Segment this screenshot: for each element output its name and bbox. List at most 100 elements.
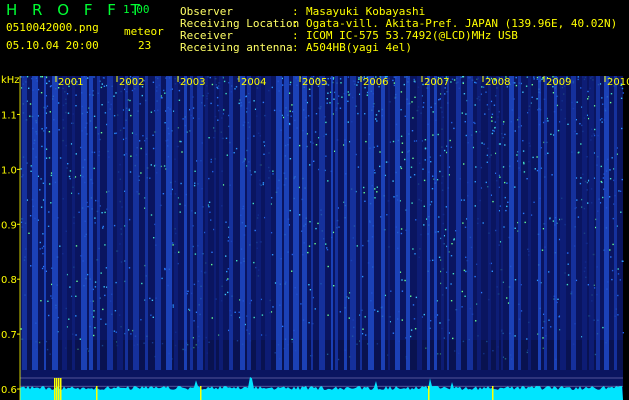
speckle xyxy=(386,214,388,216)
speckle xyxy=(445,287,448,289)
speckle xyxy=(617,294,619,297)
speckle xyxy=(443,149,446,152)
speckle xyxy=(594,128,596,131)
speckle xyxy=(225,92,227,95)
speckle xyxy=(375,118,377,120)
stripe xyxy=(22,76,27,370)
speckle xyxy=(567,252,569,254)
speckle xyxy=(188,308,190,311)
speckle xyxy=(172,244,174,246)
stripe xyxy=(62,76,67,370)
speckle xyxy=(432,111,434,113)
speckle xyxy=(578,151,580,153)
speckle xyxy=(465,256,467,258)
stripe xyxy=(496,76,499,370)
stripe xyxy=(544,76,547,370)
speckle xyxy=(451,243,453,245)
speckle xyxy=(374,197,376,199)
stripe xyxy=(81,76,87,370)
speckle xyxy=(308,245,311,247)
stripe xyxy=(395,76,400,370)
speckle xyxy=(567,274,570,276)
speckle xyxy=(194,182,196,184)
speckle xyxy=(164,268,166,271)
stripe xyxy=(184,76,187,370)
speckle xyxy=(548,271,550,273)
speckle xyxy=(325,133,327,136)
speckle xyxy=(68,318,70,320)
speckle xyxy=(28,87,30,89)
speckle xyxy=(46,105,49,107)
speckle xyxy=(534,168,536,170)
speckle xyxy=(113,115,116,117)
speckle xyxy=(29,103,32,105)
speckle xyxy=(152,134,154,136)
speckle xyxy=(262,183,264,186)
speckle xyxy=(550,326,552,328)
speckle xyxy=(414,81,416,83)
x-tick-label: 2005 xyxy=(302,77,327,88)
x-tick-label: 2001 xyxy=(58,77,83,88)
speckle xyxy=(68,175,71,178)
speckle xyxy=(524,221,526,224)
speckle xyxy=(552,220,555,222)
stripe xyxy=(614,76,617,370)
speckle xyxy=(193,283,196,286)
speckle xyxy=(298,214,301,216)
speckle xyxy=(93,334,95,337)
speckle xyxy=(262,182,265,184)
speckle xyxy=(329,102,331,104)
speckle xyxy=(464,226,467,228)
speckle xyxy=(92,316,95,318)
speckle xyxy=(429,320,432,322)
speckle xyxy=(411,130,414,132)
speckle xyxy=(399,166,402,168)
speckle xyxy=(609,169,611,171)
speckle xyxy=(40,92,43,94)
speckle xyxy=(432,259,434,261)
speckle xyxy=(587,202,589,204)
speckle xyxy=(59,245,61,247)
speckle xyxy=(514,227,516,229)
meteor-spike xyxy=(200,386,202,400)
stripe xyxy=(509,76,514,370)
speckle xyxy=(261,314,264,316)
speckle xyxy=(356,245,358,247)
speckle xyxy=(289,81,292,84)
speckle xyxy=(375,114,378,116)
speckle xyxy=(404,279,406,282)
speckle xyxy=(163,89,165,92)
speckle xyxy=(622,332,624,334)
speckle xyxy=(75,94,77,96)
speckle xyxy=(422,168,424,170)
speckle xyxy=(484,113,486,115)
speckle xyxy=(505,209,507,212)
stripe xyxy=(528,76,531,370)
speckle xyxy=(338,226,340,228)
speckle xyxy=(339,311,341,313)
speckle xyxy=(48,157,51,159)
speckle xyxy=(357,166,360,168)
speckle xyxy=(307,115,310,117)
speckle xyxy=(300,303,302,305)
speckle xyxy=(461,290,463,293)
speckle xyxy=(149,297,151,300)
speckle xyxy=(439,170,441,173)
speckle xyxy=(423,313,425,316)
speckle xyxy=(210,161,212,163)
speckle xyxy=(210,102,212,105)
speckle xyxy=(58,129,60,131)
speckle xyxy=(450,81,452,83)
speckle xyxy=(374,172,376,174)
speckle xyxy=(593,105,596,107)
stripe xyxy=(125,76,128,370)
stripe xyxy=(571,76,576,370)
meteor-spike xyxy=(492,386,494,400)
speckle xyxy=(362,244,364,247)
speckle xyxy=(75,315,77,317)
speckle xyxy=(393,76,395,78)
speckle xyxy=(100,132,103,134)
stripe xyxy=(229,76,233,370)
speckle xyxy=(379,151,381,153)
speckle xyxy=(291,270,293,272)
